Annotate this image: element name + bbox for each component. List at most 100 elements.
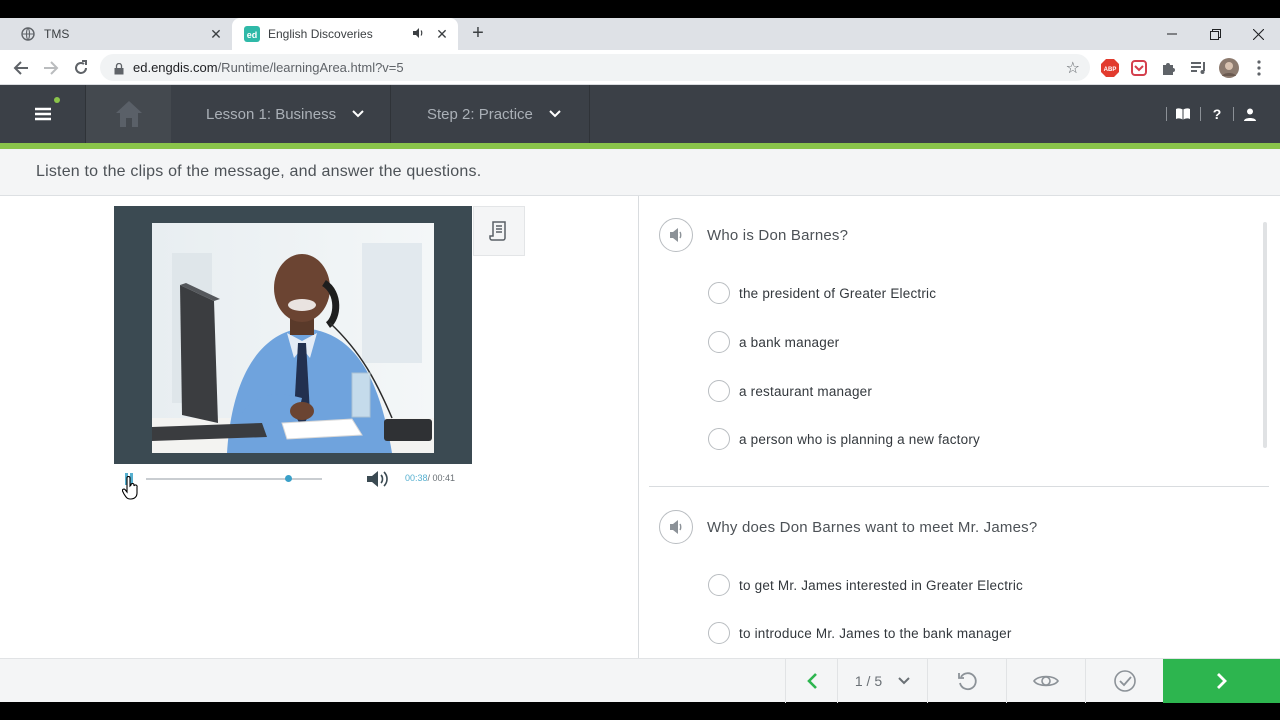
home-button[interactable]	[86, 85, 171, 143]
video-frame-businessman-on-phone	[152, 223, 434, 453]
step-dropdown[interactable]: Step 2: Practice	[391, 85, 590, 143]
header-separator	[1233, 107, 1234, 121]
profile-avatar[interactable]	[1219, 58, 1239, 78]
check-circle-icon	[1113, 670, 1136, 692]
dictionary-book-icon[interactable]	[1174, 105, 1192, 123]
option-label: a bank manager	[739, 334, 840, 350]
main-menu-button[interactable]	[0, 85, 86, 143]
answer-option[interactable]: to get Mr. James interested in Greater E…	[708, 574, 1023, 596]
answer-option[interactable]: a person who is planning a new factory	[708, 428, 980, 450]
screen: TMS ✕ ed English Discoveries ✕ + ed.engd…	[0, 0, 1280, 720]
radio-button[interactable]	[708, 574, 730, 596]
new-tab-icon[interactable]: +	[468, 23, 488, 44]
answer-option[interactable]: a bank manager	[708, 331, 839, 353]
question-separator	[649, 486, 1269, 487]
current-time: 00:38	[405, 473, 428, 483]
close-icon[interactable]: ✕	[434, 26, 450, 42]
check-answer-button[interactable]	[1085, 659, 1163, 703]
tab-title: TMS	[44, 27, 70, 41]
step-label: Step 2: Practice	[427, 105, 533, 123]
lesson-dropdown[interactable]: Lesson 1: Business	[172, 85, 391, 143]
browser-tab-english-discoveries[interactable]: ed English Discoveries ✕	[232, 18, 458, 50]
tab-title: English Discoveries	[268, 27, 373, 41]
back-arrow-icon[interactable]	[10, 57, 32, 79]
question-text: Who is Don Barnes?	[707, 226, 849, 244]
hand-cursor-icon	[122, 476, 138, 500]
forward-arrow-icon[interactable]	[40, 57, 62, 79]
tab-audio-icon[interactable]	[412, 27, 426, 42]
extensions-puzzle-icon[interactable]	[1159, 58, 1179, 78]
close-icon[interactable]: ✕	[208, 26, 224, 42]
answer-option[interactable]: to introduce Mr. James to the bank manag…	[708, 622, 1012, 644]
playback-progress-track[interactable]	[146, 478, 322, 480]
page-indicator: 1 / 5	[854, 673, 883, 689]
media-queue-icon[interactable]	[1189, 58, 1209, 78]
lock-icon	[114, 62, 124, 80]
eye-icon	[1033, 675, 1059, 687]
option-label: to introduce Mr. James to the bank manag…	[739, 625, 1012, 641]
reset-icon	[958, 672, 977, 691]
chevron-down-icon	[549, 110, 561, 118]
script-scroll-icon	[489, 221, 506, 241]
radio-button[interactable]	[708, 282, 730, 304]
questions-panel: Who is Don Barnes? the president of Grea…	[649, 196, 1269, 658]
pocket-icon[interactable]	[1129, 58, 1149, 78]
globe-icon	[20, 26, 36, 42]
radio-button[interactable]	[708, 622, 730, 644]
option-label: a person who is planning a new factory	[739, 431, 980, 447]
reset-button[interactable]	[927, 659, 1006, 703]
radio-button[interactable]	[708, 380, 730, 402]
play-question-audio-button[interactable]	[659, 510, 693, 544]
previous-button[interactable]	[785, 659, 837, 703]
option-label: to get Mr. James interested in Greater E…	[739, 577, 1024, 593]
next-button[interactable]	[1163, 659, 1280, 703]
reload-icon[interactable]	[70, 57, 92, 79]
page-selector[interactable]: 1 / 5	[837, 659, 927, 703]
transcript-button[interactable]	[473, 206, 525, 256]
window-close-icon[interactable]	[1238, 18, 1278, 50]
app-header: Lesson 1: Business Step 2: Practice ?	[0, 85, 1280, 143]
media-player	[114, 206, 472, 464]
home-icon	[115, 101, 142, 127]
instruction-text: Listen to the clips of the message, and …	[36, 163, 482, 180]
speaker-icon	[670, 520, 682, 534]
hamburger-icon	[34, 107, 51, 121]
radio-button[interactable]	[708, 428, 730, 450]
help-icon[interactable]: ?	[1208, 105, 1226, 123]
play-question-audio-button[interactable]	[659, 218, 693, 252]
option-label: the president of Greater Electric	[739, 285, 937, 301]
address-bar[interactable]: ed.engdis.com/Runtime/learningArea.html?…	[100, 54, 1090, 81]
url-domain: ed.engdis.com	[133, 60, 218, 75]
minimize-icon[interactable]	[1152, 18, 1192, 50]
show-answer-button[interactable]	[1006, 659, 1085, 703]
chevron-down-icon	[352, 110, 364, 118]
question-2: Why does Don Barnes want to meet Mr. Jam…	[659, 510, 1037, 544]
browser-toolbar: ed.engdis.com/Runtime/learningArea.html?…	[0, 50, 1280, 85]
answer-option[interactable]: the president of Greater Electric	[708, 282, 936, 304]
instruction-bar: Listen to the clips of the message, and …	[0, 149, 1280, 196]
question-1: Who is Don Barnes?	[659, 218, 848, 252]
svg-text:ed: ed	[247, 30, 258, 40]
browser-tab-tms[interactable]: TMS ✕	[8, 18, 232, 50]
url-path: /Runtime/learningArea.html?v=5	[217, 60, 404, 75]
bookmark-star-icon[interactable]: ☆	[1066, 58, 1080, 78]
radio-button[interactable]	[708, 331, 730, 353]
browser-menu-icon[interactable]	[1249, 58, 1269, 78]
total-time: / 00:41	[427, 473, 456, 483]
answer-option[interactable]: a restaurant manager	[708, 380, 872, 402]
browser-tab-strip: TMS ✕ ed English Discoveries ✕ +	[0, 18, 1280, 50]
speaker-icon	[670, 228, 682, 242]
url-text: ed.engdis.com/Runtime/learningArea.html?…	[133, 60, 404, 75]
adblock-icon[interactable]: ABP	[1100, 58, 1120, 78]
lesson-label: Lesson 1: Business	[206, 105, 337, 123]
playback-scrubber-handle[interactable]	[285, 475, 293, 482]
questions-scrollbar[interactable]	[1263, 222, 1267, 448]
restore-icon[interactable]	[1195, 18, 1235, 50]
notification-dot	[54, 97, 60, 103]
user-profile-icon[interactable]	[1241, 105, 1259, 123]
question-text: Why does Don Barnes want to meet Mr. Jam…	[707, 518, 1038, 536]
learning-content: 00:38/ 00:41 Who is Don Barnes? the pres…	[0, 196, 1280, 658]
ed-logo-icon: ed	[244, 26, 260, 42]
panel-divider	[638, 196, 639, 658]
volume-icon[interactable]	[366, 469, 390, 489]
